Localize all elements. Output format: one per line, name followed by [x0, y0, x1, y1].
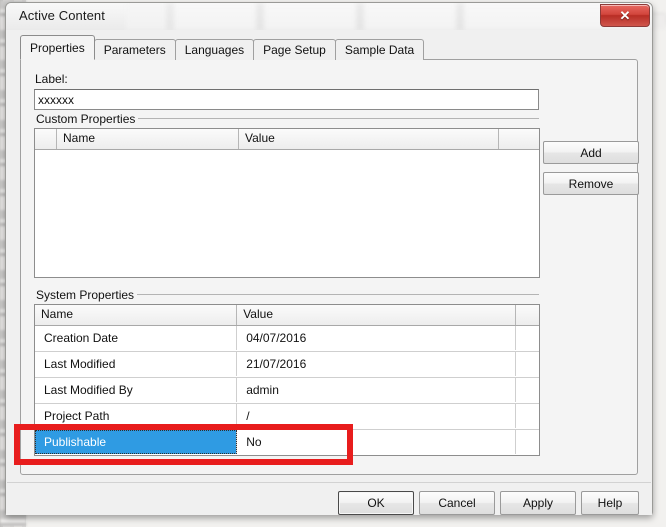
tab-page-setup[interactable]: Page Setup	[253, 39, 336, 60]
tab-parameters[interactable]: Parameters	[94, 39, 176, 60]
tab-label: Parameters	[104, 43, 166, 57]
properties-tab-panel: Label: Custom Properties Name Value Syst…	[20, 59, 638, 475]
column-header-spacer[interactable]	[516, 305, 539, 325]
active-content-dialog: Active Content ✕ Properties Parameters L…	[5, 2, 653, 515]
ok-button[interactable]: OK	[338, 491, 414, 515]
column-header-value[interactable]: Value	[237, 305, 516, 325]
cell-value: 04/07/2016	[237, 326, 516, 350]
cell-name: Last Modified	[35, 352, 237, 376]
tab-sample-data[interactable]: Sample Data	[335, 39, 424, 60]
add-button[interactable]: Add	[543, 141, 639, 164]
system-properties-table[interactable]: Name Value Creation Date 04/07/2016 Last…	[34, 304, 540, 456]
label-caption: Label:	[35, 72, 68, 86]
system-properties-group-title: System Properties	[33, 288, 137, 302]
label-input[interactable]	[34, 89, 539, 110]
window-title: Active Content	[19, 8, 105, 23]
cell-name: Last Modified By	[35, 378, 237, 402]
custom-properties-group-line	[117, 118, 539, 119]
cell-spacer	[516, 352, 539, 376]
close-icon: ✕	[601, 5, 649, 26]
footer-divider	[7, 482, 651, 483]
system-properties-group-line	[121, 294, 539, 295]
cell-spacer	[516, 326, 539, 350]
custom-properties-header-row: Name Value	[35, 129, 539, 150]
cell-name: Creation Date	[35, 326, 237, 350]
cell-spacer	[516, 378, 539, 402]
cell-name: Project Path	[35, 404, 237, 428]
table-row-publishable[interactable]: Publishable No	[35, 430, 539, 456]
table-row[interactable]: Last Modified By admin	[35, 378, 539, 404]
column-header-marker[interactable]	[35, 129, 57, 149]
title-bar: Active Content ✕	[6, 3, 652, 30]
custom-properties-table[interactable]: Name Value	[34, 128, 540, 278]
tab-label: Sample Data	[345, 43, 414, 57]
apply-button[interactable]: Apply	[500, 491, 576, 515]
help-button[interactable]: Help	[581, 491, 639, 515]
tab-strip: Properties Parameters Languages Page Set…	[20, 38, 423, 60]
column-header-name[interactable]: Name	[57, 129, 239, 149]
cell-value: /	[237, 404, 516, 428]
system-properties-header-row: Name Value	[35, 305, 539, 326]
dialog-client-area: Properties Parameters Languages Page Set…	[6, 30, 652, 515]
column-header-spacer[interactable]	[499, 129, 539, 149]
cell-name: Publishable	[35, 430, 237, 454]
tab-languages[interactable]: Languages	[175, 39, 254, 60]
remove-button[interactable]: Remove	[543, 172, 639, 195]
cancel-button[interactable]: Cancel	[419, 491, 495, 515]
cell-value: No	[237, 430, 516, 454]
cell-spacer	[516, 404, 539, 428]
tab-label: Properties	[30, 41, 85, 55]
tab-label: Page Setup	[263, 43, 326, 57]
table-row[interactable]: Project Path /	[35, 404, 539, 430]
tab-label: Languages	[185, 43, 244, 57]
cell-value: 21/07/2016	[237, 352, 516, 376]
tab-properties[interactable]: Properties	[20, 35, 95, 60]
cell-value: admin	[237, 378, 516, 402]
close-button[interactable]: ✕	[600, 4, 650, 27]
cell-spacer	[516, 430, 539, 454]
column-header-name[interactable]: Name	[35, 305, 237, 325]
column-header-value[interactable]: Value	[239, 129, 499, 149]
custom-properties-group-title: Custom Properties	[33, 112, 138, 126]
table-row[interactable]: Last Modified 21/07/2016	[35, 352, 539, 378]
table-row[interactable]: Creation Date 04/07/2016	[35, 326, 539, 352]
